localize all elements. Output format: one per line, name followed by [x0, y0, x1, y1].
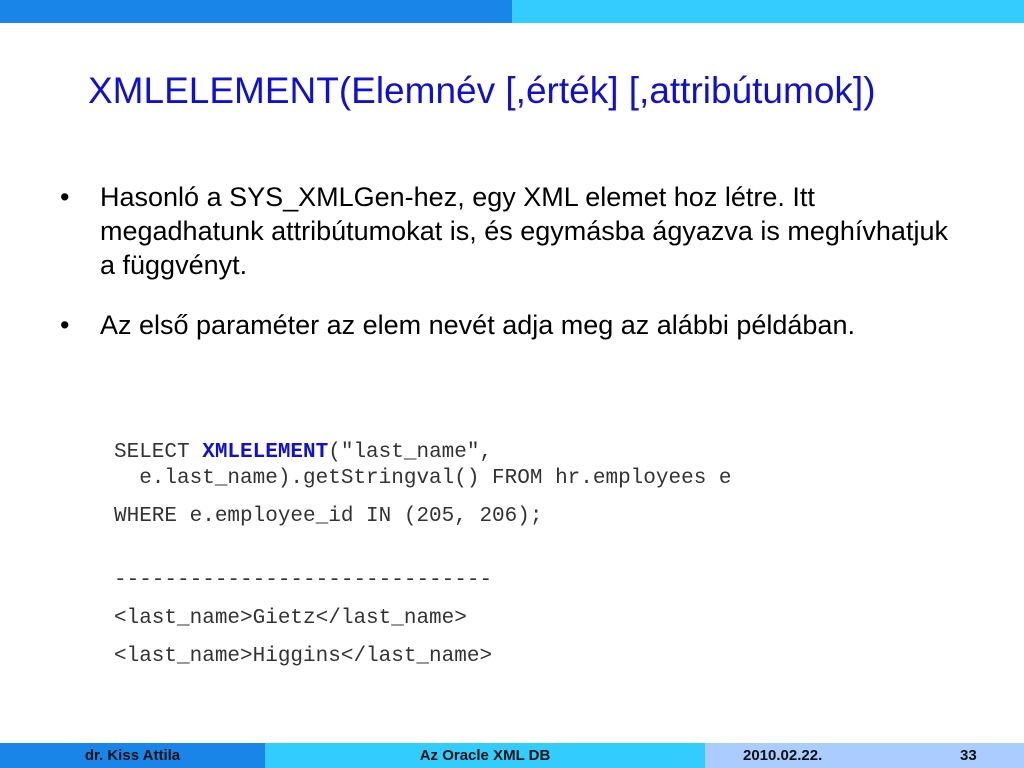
result-line: <last_name>Higgins</last_name>: [114, 645, 493, 668]
bullet-item: • Hasonló a SYS_XMLGen-hez, egy XML elem…: [60, 180, 960, 282]
bullet-list: • Hasonló a SYS_XMLGen-hez, egy XML elem…: [60, 180, 960, 368]
code-line: e.last_name).getStringval() FROM hr.empl…: [114, 467, 732, 490]
code-separator: ------------------------------: [114, 569, 493, 592]
bullet-dot-icon: •: [60, 182, 70, 212]
footer-info: 2010.02.22. 33: [705, 743, 1024, 768]
code-keyword: XMLELEMENT: [202, 441, 329, 464]
code-line: WHERE e.employee_id IN (205, 206);: [114, 505, 543, 528]
bullet-text: Hasonló a SYS_XMLGen-hez, egy XML elemet…: [100, 182, 948, 280]
code-text: SELECT: [114, 441, 203, 464]
top-bar-left: [0, 0, 512, 23]
code-block: SELECT XMLELEMENT("last_name", e.last_na…: [114, 440, 732, 670]
code-text: ("last_name",: [328, 441, 493, 464]
footer-topic: Az Oracle XML DB: [265, 743, 705, 768]
bullet-item: • Az első paraméter az elem nevét adja m…: [60, 308, 960, 342]
footer-author: dr. Kiss Attila: [0, 743, 265, 768]
top-bar-right: [512, 0, 1024, 23]
bullet-text: Az első paraméter az elem nevét adja meg…: [100, 310, 855, 340]
slide-title: XMLELEMENT(Elemnév [,érték] [,attribútum…: [88, 70, 876, 111]
code-line: SELECT XMLELEMENT("last_name",: [114, 440, 732, 466]
bullet-dot-icon: •: [60, 310, 70, 340]
page-number: 33: [960, 747, 977, 764]
footer: dr. Kiss Attila Az Oracle XML DB 2010.02…: [0, 743, 1024, 768]
footer-date: 2010.02.22.: [743, 747, 823, 764]
result-line: <last_name>Gietz</last_name>: [114, 607, 467, 630]
